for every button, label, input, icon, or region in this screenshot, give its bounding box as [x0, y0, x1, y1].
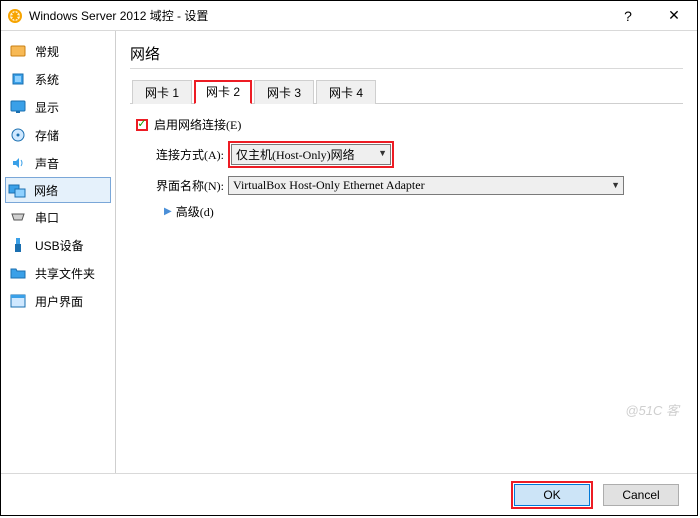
sidebar-item-label: 网络 [34, 182, 58, 199]
sidebar-item-label: 显示 [35, 99, 59, 116]
tab-nic-4[interactable]: 网卡 4 [316, 80, 376, 104]
tab-nic-3[interactable]: 网卡 3 [254, 80, 314, 104]
interface-name-value: VirtualBox Host-Only Ethernet Adapter [233, 178, 425, 192]
sidebar-item-label: 常规 [35, 43, 59, 60]
sidebar-item-label: 串口 [35, 209, 59, 226]
interface-name-dropdown[interactable]: VirtualBox Host-Only Ethernet Adapter ▼ [228, 176, 624, 195]
sidebar-item-audio[interactable]: 声音 [5, 149, 111, 177]
ui-icon [9, 292, 27, 310]
advanced-label: 高级(d) [176, 203, 214, 220]
sidebar-item-label: 存储 [35, 127, 59, 144]
sidebar-item-shared[interactable]: 共享文件夹 [5, 259, 111, 287]
sidebar-item-label: 声音 [35, 155, 59, 172]
app-icon [7, 8, 23, 24]
sidebar-item-serial[interactable]: 串口 [5, 203, 111, 231]
settings-window: Windows Server 2012 域控 - 设置 ? ✕ 常规 系统 显示… [0, 0, 698, 516]
folder-icon [9, 264, 27, 282]
window-body: 常规 系统 显示 存储 声音 网络 [1, 31, 697, 473]
general-icon [9, 42, 27, 60]
speaker-icon [9, 154, 27, 172]
sidebar-item-label: 用户界面 [35, 293, 83, 310]
chip-icon [9, 70, 27, 88]
display-icon [9, 98, 27, 116]
main-panel: 网络 网卡 1 网卡 2 网卡 3 网卡 4 启用网络连接(E) 连接方式(A)… [116, 31, 697, 473]
nic-tabs: 网卡 1 网卡 2 网卡 3 网卡 4 [130, 79, 683, 104]
chevron-down-icon: ▼ [611, 180, 620, 190]
window-title: Windows Server 2012 域控 - 设置 [29, 7, 605, 24]
sidebar: 常规 系统 显示 存储 声音 网络 [1, 31, 116, 473]
sidebar-item-label: USB设备 [35, 237, 84, 254]
sidebar-item-ui[interactable]: 用户界面 [5, 287, 111, 315]
attached-to-dropdown[interactable]: 仅主机(Host-Only)网络 ▼ [231, 144, 391, 165]
advanced-toggle[interactable]: ▶ 高级(d) [164, 203, 677, 220]
cancel-button[interactable]: Cancel [603, 484, 679, 506]
sidebar-item-usb[interactable]: USB设备 [5, 231, 111, 259]
help-button[interactable]: ? [605, 1, 651, 30]
chevron-down-icon: ▼ [378, 148, 387, 158]
triangle-right-icon: ▶ [164, 206, 172, 217]
sidebar-item-label: 系统 [35, 71, 59, 88]
serial-icon [9, 208, 27, 226]
sidebar-item-storage[interactable]: 存储 [5, 121, 111, 149]
attached-to-label: 连接方式(A): [136, 146, 224, 163]
tab-nic-2[interactable]: 网卡 2 [194, 80, 252, 104]
ok-button[interactable]: OK [514, 484, 590, 506]
network-icon [8, 181, 26, 199]
close-button[interactable]: ✕ [651, 1, 697, 30]
sidebar-item-label: 共享文件夹 [35, 265, 95, 282]
enable-network-label: 启用网络连接(E) [154, 116, 241, 133]
sidebar-item-system[interactable]: 系统 [5, 65, 111, 93]
sidebar-item-network[interactable]: 网络 [5, 177, 111, 203]
interface-name-label: 界面名称(N): [136, 177, 224, 194]
page-title: 网络 [130, 43, 683, 69]
watermark: @51C 客 [625, 400, 679, 419]
attached-to-value: 仅主机(Host-Only)网络 [236, 148, 355, 162]
disk-icon [9, 126, 27, 144]
titlebar: Windows Server 2012 域控 - 设置 ? ✕ [1, 1, 697, 31]
sidebar-item-display[interactable]: 显示 [5, 93, 111, 121]
tab-panel: 启用网络连接(E) 连接方式(A): 仅主机(Host-Only)网络 ▼ 界面… [130, 104, 683, 232]
enable-network-checkbox[interactable] [136, 119, 148, 131]
sidebar-item-general[interactable]: 常规 [5, 37, 111, 65]
usb-icon [9, 236, 27, 254]
footer: OK Cancel [1, 473, 697, 515]
tab-nic-1[interactable]: 网卡 1 [132, 80, 192, 104]
